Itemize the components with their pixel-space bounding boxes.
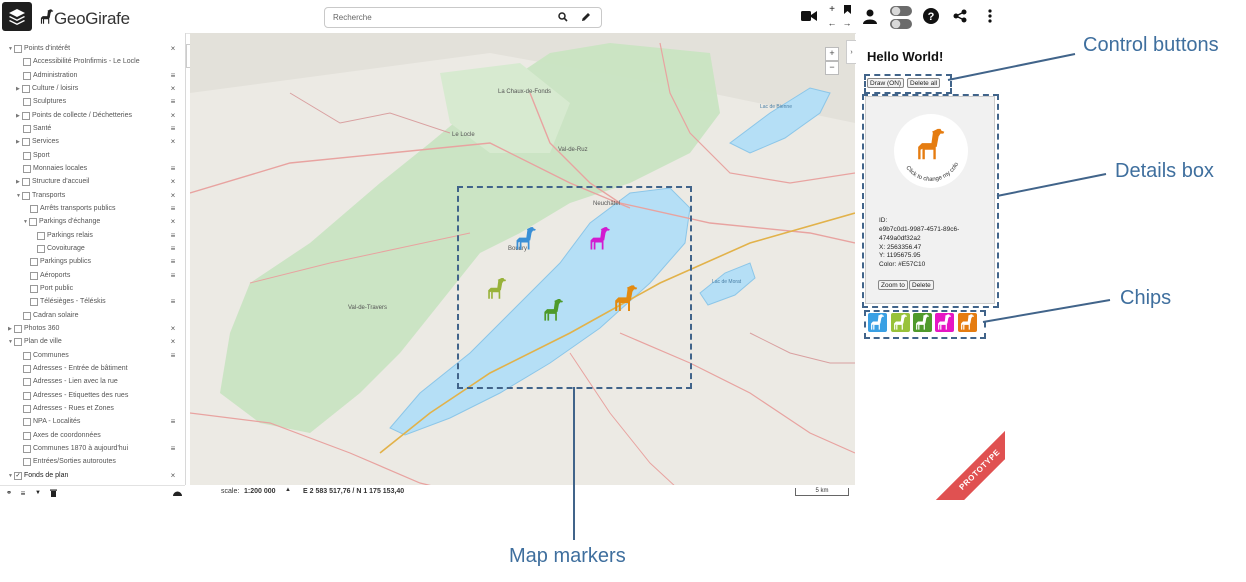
callout-lines xyxy=(573,53,1111,540)
callout-control-buttons: Control buttons xyxy=(1083,34,1219,56)
callout-details-box: Details box xyxy=(1115,160,1214,182)
callout-map-markers: Map markers xyxy=(509,545,626,567)
callout-chips: Chips xyxy=(1120,287,1172,309)
